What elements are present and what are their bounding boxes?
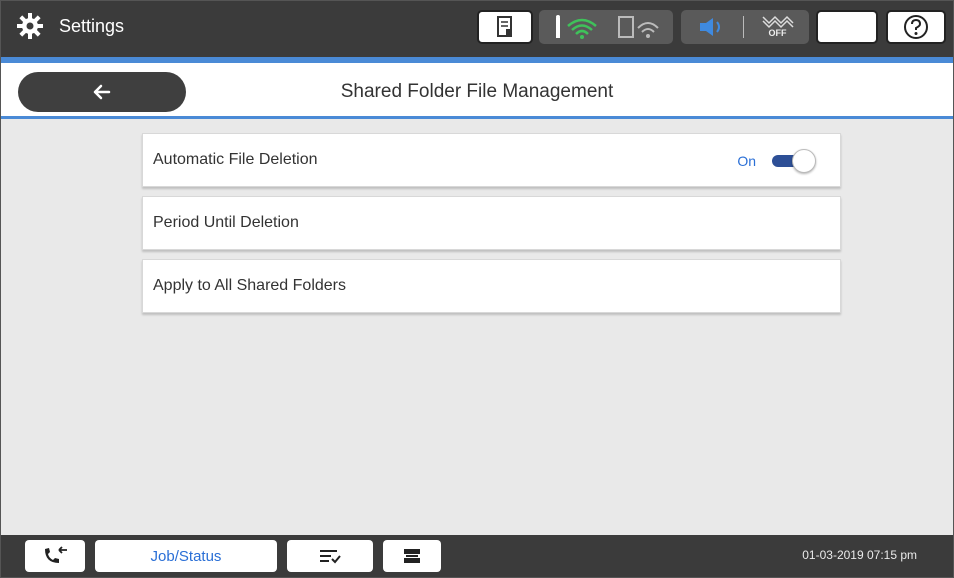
settings-title-area: Settings: [15, 11, 124, 41]
copy-status-button[interactable]: [383, 540, 441, 572]
automatic-file-deletion-item[interactable]: Automatic File Deletion On: [142, 133, 841, 187]
quiet-mode-icon: OFF: [757, 13, 797, 41]
job-status-label: Job/Status: [150, 547, 222, 565]
list-item-label: Automatic File Deletion: [153, 151, 318, 168]
fax-phone-icon: [45, 546, 67, 563]
list-item-label: Period Until Deletion: [153, 214, 299, 231]
toggle-knob: [792, 149, 816, 173]
quiet-mode-off-label: OFF: [768, 28, 787, 38]
status-bar: Settings OFF: [1, 1, 953, 57]
wifi-icon: [556, 15, 597, 39]
job-status-button[interactable]: Job/Status: [95, 540, 277, 572]
bottom-bar: Job/Status 01-03-2019 07:15 pm: [1, 535, 953, 577]
automatic-deletion-toggle[interactable]: [772, 149, 816, 173]
screen: Settings OFF Shared Folder File Manageme…: [0, 0, 954, 578]
divider: [742, 16, 744, 38]
help-icon: [904, 15, 928, 39]
printer-status-button[interactable]: [477, 10, 533, 44]
toggle-state-label: On: [737, 153, 756, 169]
printer-status-icon: [497, 16, 512, 37]
job-list-button[interactable]: [287, 540, 373, 572]
fax-button[interactable]: [25, 540, 85, 572]
list-item-label: Apply to All Shared Folders: [153, 277, 346, 294]
apply-to-all-shared-folders-item[interactable]: Apply to All Shared Folders: [142, 259, 841, 313]
sleep-icon: [841, 19, 849, 35]
sound-icon: [699, 18, 720, 36]
job-list-icon: [320, 550, 341, 564]
gear-icon: [17, 13, 43, 39]
help-button[interactable]: [886, 10, 946, 44]
wifi-direct-icon: [618, 16, 659, 38]
datetime-display: 01-03-2019 07:15 pm: [802, 548, 917, 562]
copier-icon: [404, 549, 420, 563]
screen-title: Settings: [59, 15, 125, 36]
network-status-button[interactable]: [539, 10, 673, 44]
sound-quiet-button[interactable]: OFF: [681, 10, 809, 44]
sleep-button[interactable]: [816, 10, 878, 44]
page-header: Shared Folder File Management: [1, 63, 953, 119]
page-title: Shared Folder File Management: [340, 81, 614, 102]
period-until-deletion-item[interactable]: Period Until Deletion: [142, 196, 841, 250]
